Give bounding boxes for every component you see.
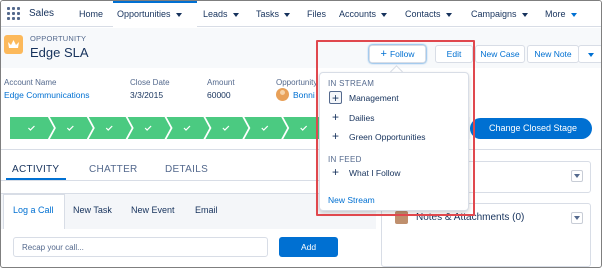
opportunity-owner-link[interactable]: Bonni xyxy=(293,90,315,100)
subtab-new-task[interactable]: New Task xyxy=(73,205,112,215)
chevron-down-icon xyxy=(587,52,594,57)
tab-activity[interactable]: ACTIVITY xyxy=(12,164,59,175)
avatar xyxy=(276,88,289,101)
field-label: Opportunity xyxy=(276,78,318,87)
chevron-down-icon[interactable] xyxy=(175,12,182,17)
nav-tab-accounts[interactable]: Accounts xyxy=(335,1,391,27)
nav-tab-opportunities[interactable]: Opportunities xyxy=(113,1,197,27)
change-closed-stage-button[interactable]: Change Closed Stage xyxy=(470,118,592,139)
app-frame: Sales Home Opportunities Leads Tasks Fil… xyxy=(0,0,602,268)
card-menu-button[interactable] xyxy=(571,212,583,224)
subtab-email[interactable]: Email xyxy=(195,205,218,215)
add-button[interactable]: Add xyxy=(279,237,338,257)
field-label: Amount xyxy=(207,78,235,87)
nav-tab-home[interactable]: Home xyxy=(75,1,107,27)
record-title: Edge SLA xyxy=(30,45,89,60)
card-menu-button[interactable] xyxy=(571,170,583,182)
new-case-button[interactable]: New Case xyxy=(475,45,525,63)
app-name: Sales xyxy=(29,8,55,19)
amount-value: 60000 xyxy=(207,90,231,100)
highlight-box xyxy=(316,40,475,216)
chevron-down-icon[interactable] xyxy=(445,12,452,17)
field-label: Close Date xyxy=(130,78,170,87)
record-type: OPPORTUNITY xyxy=(30,34,87,43)
chevron-down-icon xyxy=(574,216,580,220)
chevron-down-icon[interactable] xyxy=(284,12,291,17)
chevron-down-icon xyxy=(574,174,580,178)
recap-call-input[interactable]: Recap your call... xyxy=(13,237,268,257)
nav-tab-campaigns[interactable]: Campaigns xyxy=(467,1,532,27)
top-navigation: Sales Home Opportunities Leads Tasks Fil… xyxy=(1,1,601,27)
divider xyxy=(1,149,601,150)
chevron-down-icon[interactable] xyxy=(232,12,239,17)
chevron-down-icon[interactable] xyxy=(521,12,528,17)
app-launcher-icon[interactable] xyxy=(7,7,21,21)
nav-tab-files[interactable]: Files xyxy=(303,1,330,27)
chevron-down-icon[interactable] xyxy=(570,12,577,17)
new-note-button[interactable]: New Note xyxy=(527,45,579,63)
crown-icon xyxy=(4,35,23,54)
nav-tab-leads[interactable]: Leads xyxy=(199,1,243,27)
path-stages xyxy=(10,117,365,139)
nav-tab-more[interactable]: More xyxy=(541,1,581,27)
chevron-down-icon[interactable] xyxy=(381,12,388,17)
subtab-new-event[interactable]: New Event xyxy=(131,205,175,215)
more-actions-button[interactable] xyxy=(578,45,601,63)
subtab-log-call[interactable]: Log a Call xyxy=(13,205,54,215)
nav-tab-tasks[interactable]: Tasks xyxy=(252,1,294,27)
field-label: Account Name xyxy=(4,78,57,87)
nav-tab-contacts[interactable]: Contacts xyxy=(401,1,456,27)
close-date-value: 3/3/2015 xyxy=(130,90,164,100)
tab-chatter[interactable]: CHATTER xyxy=(89,164,138,175)
tab-details[interactable]: DETAILS xyxy=(165,164,208,175)
account-name-link[interactable]: Edge Communications xyxy=(4,90,90,100)
sales-path xyxy=(10,117,365,139)
